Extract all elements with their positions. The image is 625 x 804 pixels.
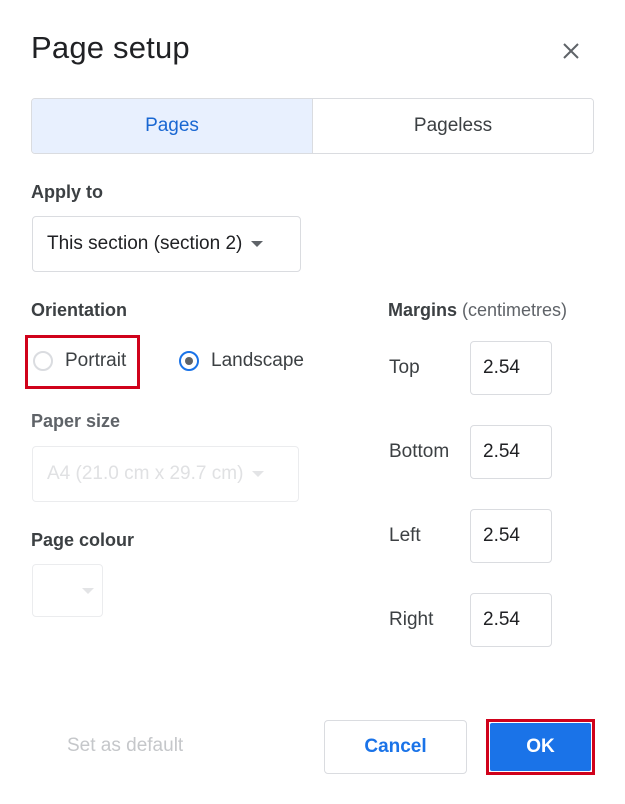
margin-bottom-label: Bottom — [389, 441, 450, 462]
portrait-radio[interactable] — [33, 351, 53, 371]
caret-down-icon — [82, 587, 94, 594]
margins-label: Margins — [388, 300, 458, 320]
margin-right-input[interactable] — [470, 593, 552, 647]
orientation-landscape[interactable]: Landscape — [179, 350, 304, 372]
caret-down-icon — [252, 471, 265, 477]
margin-left-input[interactable] — [470, 509, 552, 563]
cancel-button[interactable]: Cancel — [324, 720, 467, 774]
paper-size-label: Paper size — [31, 411, 121, 431]
set-as-default-button[interactable]: Set as default — [67, 735, 183, 757]
landscape-radio[interactable] — [179, 351, 199, 371]
page-colour-label: Page colour — [31, 530, 135, 550]
apply-to-value: This section (section 2) — [47, 233, 243, 254]
apply-to-select[interactable]: This section (section 2) — [32, 216, 301, 272]
margins-unit: (centimetres) — [462, 300, 568, 320]
portrait-label: Portrait — [65, 350, 127, 371]
orientation-portrait[interactable]: Portrait — [33, 350, 126, 372]
margin-left-label: Left — [389, 525, 421, 546]
margins-heading: Margins (centimetres) — [388, 300, 567, 321]
tab-pages[interactable]: Pages — [32, 99, 313, 153]
close-button[interactable] — [556, 36, 586, 66]
margin-top-input[interactable] — [470, 341, 552, 395]
paper-size-select: A4 (21.0 cm x 29.7 cm) — [32, 446, 299, 502]
page-colour-select — [32, 564, 103, 617]
tab-pageless[interactable]: Pageless — [313, 99, 593, 153]
orientation-label: Orientation — [31, 300, 128, 320]
landscape-label: Landscape — [211, 350, 304, 371]
margin-bottom-input[interactable] — [470, 425, 552, 479]
close-icon — [563, 43, 579, 59]
mode-tabs: Pages Pageless — [31, 98, 594, 154]
margin-top-label: Top — [389, 357, 420, 378]
apply-to-label: Apply to — [31, 182, 103, 202]
margin-right-label: Right — [389, 609, 434, 630]
paper-size-value: A4 (21.0 cm x 29.7 cm) — [47, 463, 244, 484]
caret-down-icon — [251, 241, 264, 247]
dialog-title: Page setup — [31, 30, 190, 65]
ok-button[interactable]: OK — [490, 723, 591, 771]
